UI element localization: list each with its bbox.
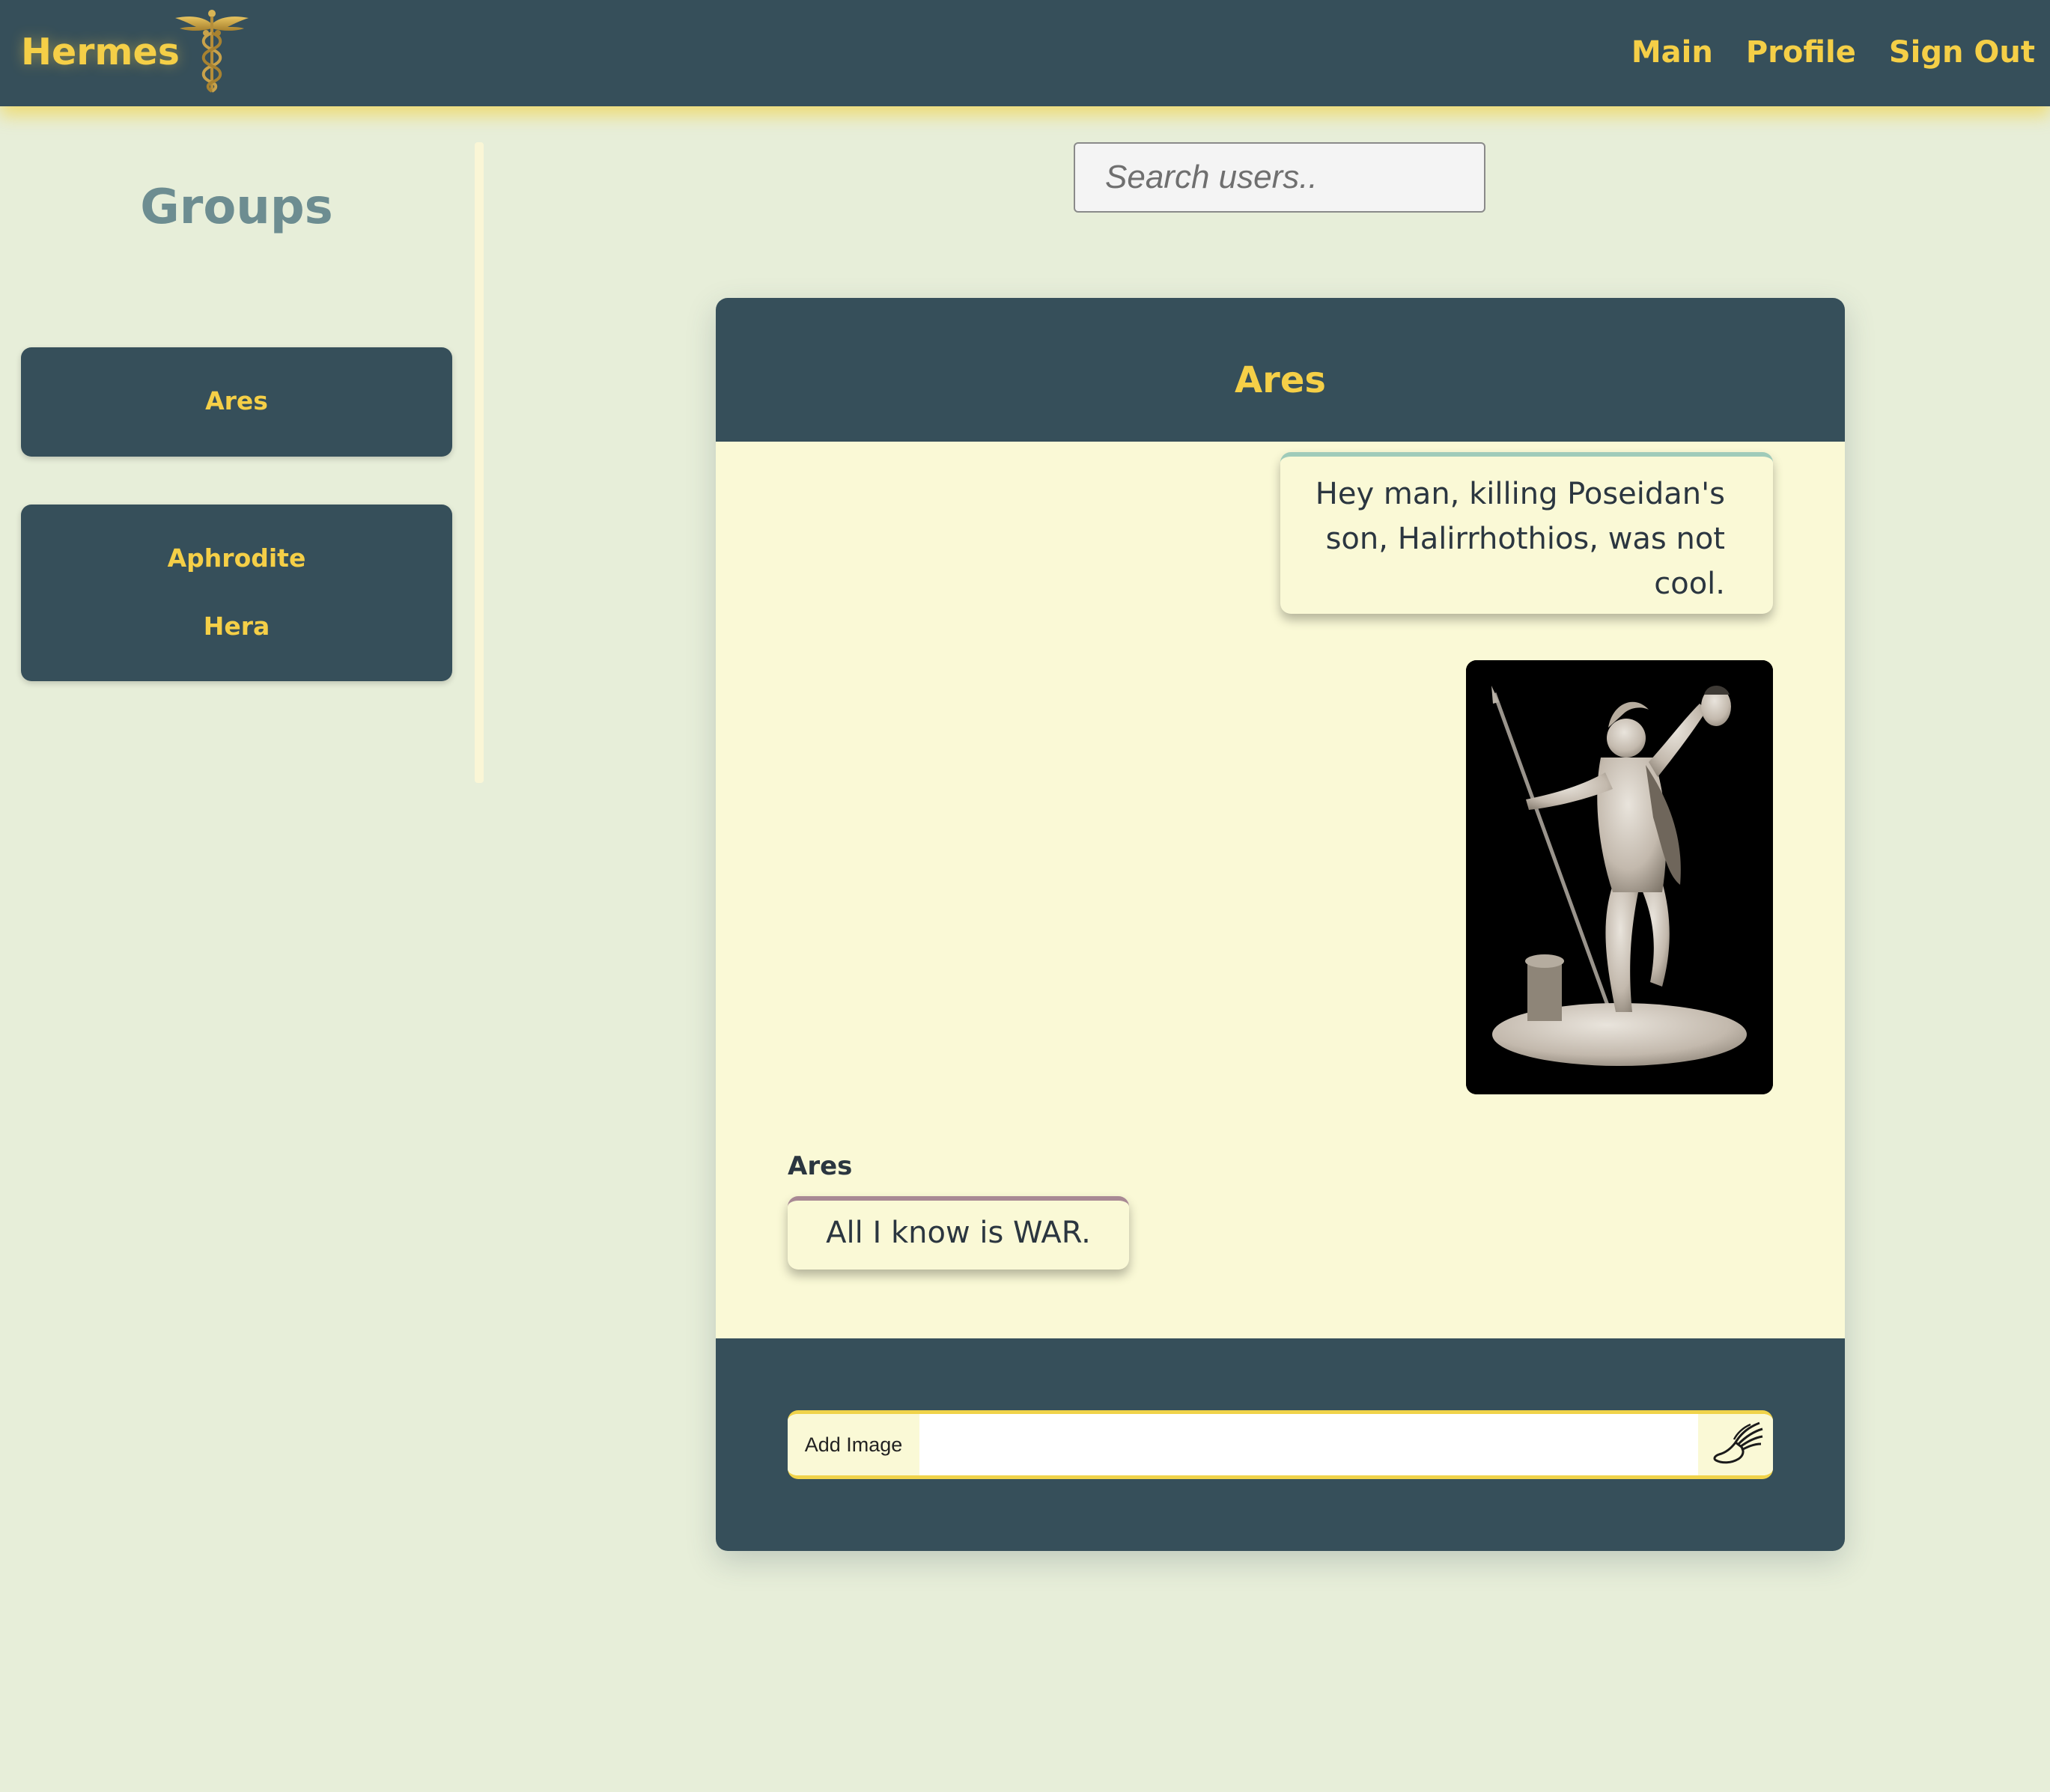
group-member-name: Ares <box>205 386 268 415</box>
chat-header: Ares <box>716 298 1845 442</box>
brand-name[interactable]: Hermes <box>21 25 180 79</box>
caduceus-icon <box>175 10 249 93</box>
top-navbar: Hermes Main Profile Sign Out <box>0 0 2050 106</box>
groups-heading: Groups <box>140 180 333 235</box>
winged-shoe-icon <box>1713 1421 1763 1463</box>
group-card[interactable]: Ares <box>21 347 452 457</box>
chat-footer: Add Image <box>716 1338 1845 1551</box>
nav-profile-link[interactable]: Profile <box>1746 35 1856 70</box>
nav-sign-out-link[interactable]: Sign Out <box>1889 35 2035 70</box>
nav-links: Main Profile Sign Out <box>1599 25 2035 79</box>
message-composer: Add Image <box>788 1410 1773 1479</box>
chat-title: Ares <box>1235 359 1326 401</box>
statue-image <box>1466 660 1773 1094</box>
add-image-button[interactable]: Add Image <box>788 1414 919 1475</box>
chat-panel: Ares Hey man, killing Poseidan's son, Ha… <box>716 298 1845 1551</box>
group-member-name: Hera <box>203 612 270 641</box>
message-input[interactable] <box>919 1414 1698 1475</box>
search-users-input[interactable] <box>1074 142 1485 213</box>
group-card[interactable]: Aphrodite Hera <box>21 505 452 681</box>
sent-image-message[interactable] <box>1466 660 1773 1094</box>
sent-message-bubble: Hey man, killing Poseidan's son, Halirrh… <box>1280 452 1773 614</box>
sidebar-divider <box>475 142 484 783</box>
received-message-bubble: All I know is WAR. <box>788 1196 1129 1270</box>
message-sender-name: Ares <box>788 1151 853 1181</box>
nav-main-link[interactable]: Main <box>1631 35 1713 70</box>
send-button[interactable] <box>1698 1414 1773 1475</box>
group-member-name: Aphrodite <box>167 543 306 573</box>
